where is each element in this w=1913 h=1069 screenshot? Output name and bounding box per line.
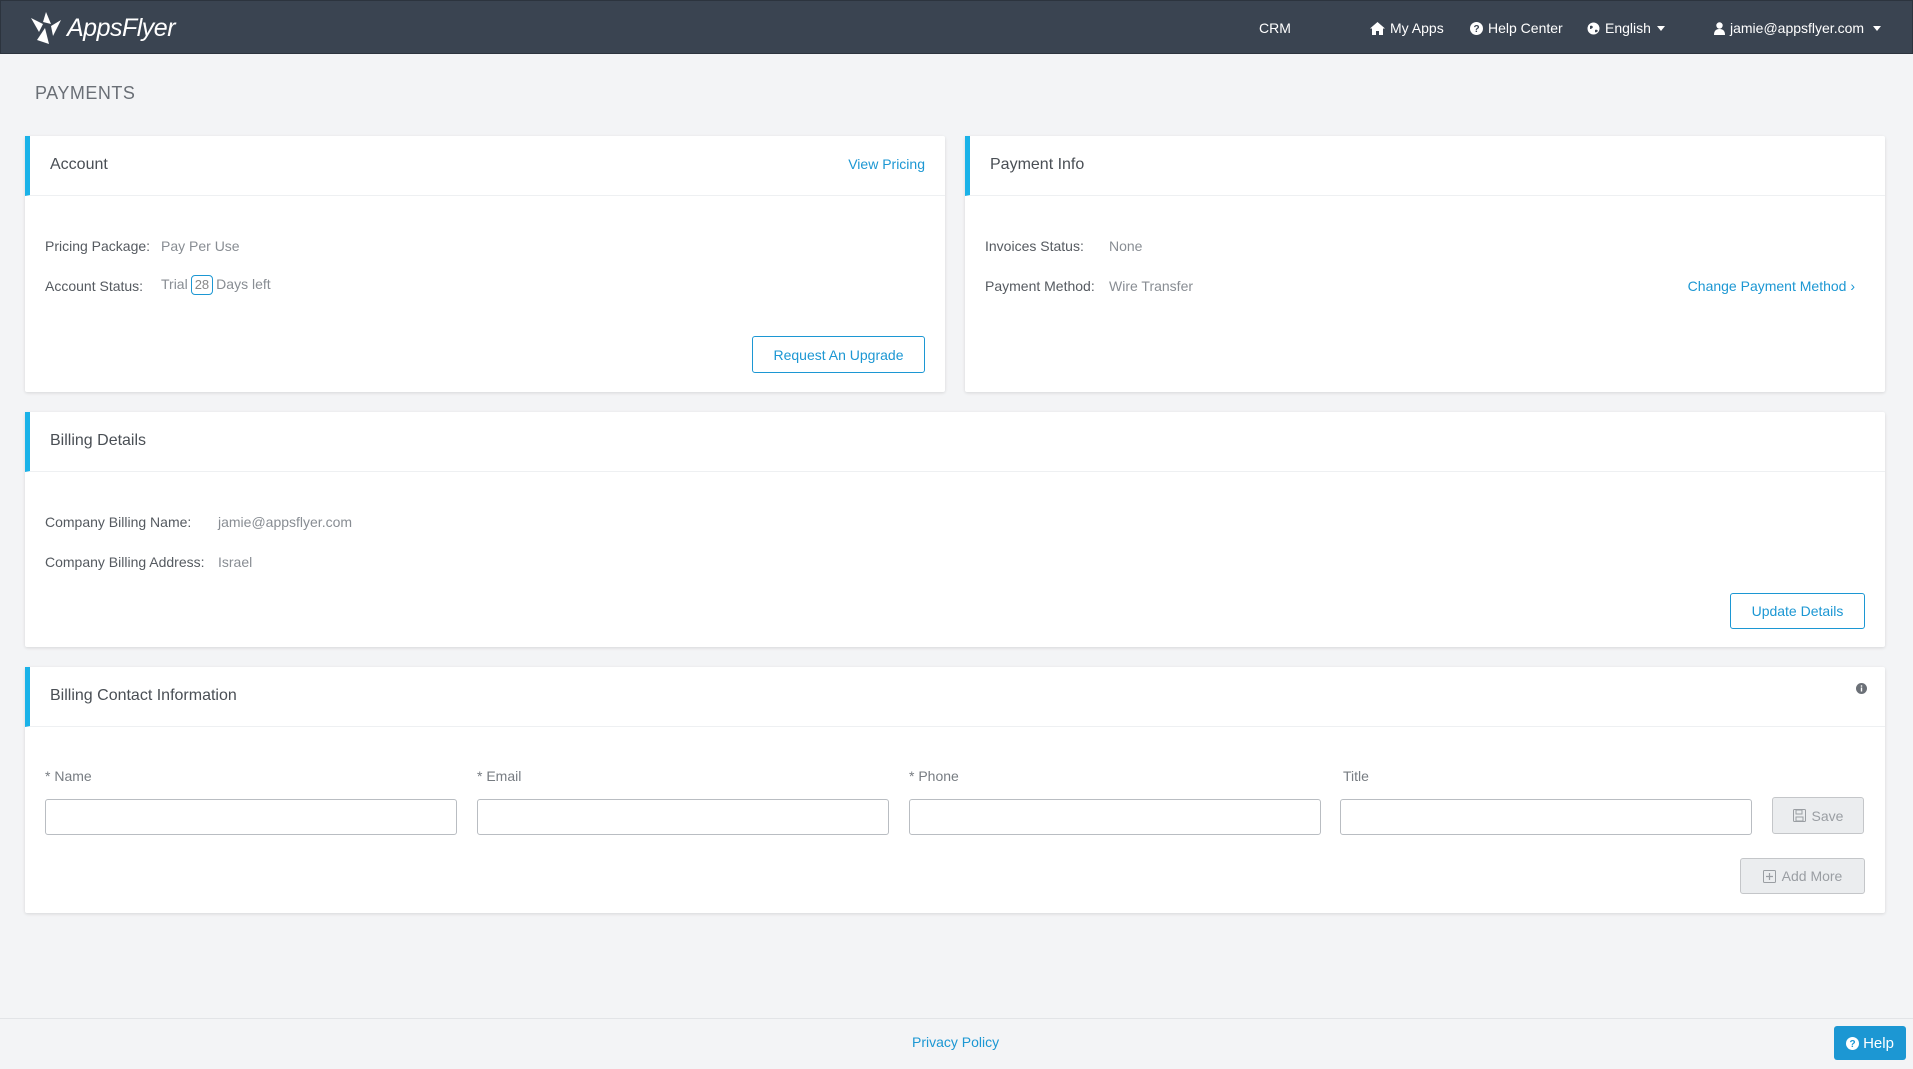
logo-text: AppsFlyer [67,13,176,42]
question-circle-icon: ? [1470,21,1483,35]
appsflyer-logo-icon [31,12,61,44]
account-card: Account View Pricing Pricing Package: Pa… [25,136,945,392]
company-billing-address-label: Company Billing Address: [45,554,205,570]
account-status-label: Account Status: [45,278,144,294]
name-field-label: * Name [45,768,92,784]
svg-text:?: ? [1850,1039,1856,1050]
top-navbar: AppsFlyer CRM My Apps ? Help Center Engl… [0,0,1913,54]
add-more-button[interactable]: Add More [1740,858,1865,894]
phone-input[interactable] [909,799,1321,835]
chevron-down-icon [1873,25,1882,31]
payment-info-card-header: Payment Info [965,136,1885,196]
payment-method-label: Payment Method: [985,278,1095,294]
days-left-badge: 28 [190,275,214,295]
invoices-status-value: None [1109,238,1143,254]
nav-language-dropdown[interactable]: English [1587,18,1665,38]
help-button-label: Help [1863,1034,1894,1052]
globe-icon [1587,22,1600,34]
save-button-label: Save [1811,807,1844,824]
plus-square-icon [1762,869,1776,883]
company-billing-address-value: Israel [218,554,253,570]
svg-text:?: ? [1473,24,1479,35]
nav-crm-label: CRM [1259,20,1291,36]
floppy-disk-icon [1792,809,1806,822]
billing-contact-card-title: Billing Contact Information [50,687,237,704]
title-field-label: Title [1343,768,1369,784]
status-trial: Trial [161,276,188,292]
appsflyer-logo[interactable]: AppsFlyer [29,9,176,47]
info-icon[interactable] [1856,683,1867,694]
home-icon [1370,21,1385,35]
billing-contact-card-header: Billing Contact Information [25,667,1885,727]
nav-user-email: jamie@appsflyer.com [1730,20,1865,36]
chevron-down-icon [1656,25,1665,31]
question-circle-icon: ? [1846,1036,1860,1050]
privacy-policy-link[interactable]: Privacy Policy [912,1034,999,1050]
nav-language-label: English [1605,20,1651,36]
nav-help-center-label: Help Center [1488,20,1563,36]
user-icon [1714,21,1725,35]
company-billing-name-value: jamie@appsflyer.com [218,514,353,530]
days-left-text: Days left [216,276,271,292]
add-more-button-label: Add More [1781,868,1843,884]
email-input[interactable] [477,799,889,835]
pricing-package-value: Pay Per Use [161,238,240,254]
save-button[interactable]: Save [1772,797,1864,834]
company-billing-name-label: Company Billing Name: [45,514,192,530]
nav-crm[interactable]: CRM [1259,18,1291,38]
pricing-package-label: Pricing Package: [45,238,151,254]
billing-details-card: Billing Details Company Billing Name: ja… [25,412,1885,647]
account-status-value: Trial 28 Days left [161,275,271,295]
account-card-header: Account View Pricing [25,136,945,196]
billing-contact-card: Billing Contact Information [25,667,1885,913]
phone-field-label: * Phone [909,768,959,784]
payment-info-card: Payment Info Invoices Status: None Payme… [965,136,1885,392]
title-input[interactable] [1340,799,1752,835]
request-upgrade-button[interactable]: Request An Upgrade [752,336,925,373]
nav-my-apps[interactable]: My Apps [1370,18,1444,38]
email-field-label: * Email [477,768,522,784]
help-button[interactable]: ? Help [1834,1026,1906,1060]
payment-method-value: Wire Transfer [1109,278,1194,294]
billing-details-card-header: Billing Details [25,412,1885,472]
invoices-status-label: Invoices Status: [985,238,1084,254]
nav-user-dropdown[interactable]: jamie@appsflyer.com [1714,18,1882,38]
change-payment-method-link[interactable]: Change Payment Method › [1688,278,1855,294]
account-card-title: Account [50,156,108,173]
billing-details-card-title: Billing Details [50,432,147,449]
nav-help-center[interactable]: ? Help Center [1470,18,1563,38]
payment-info-card-title: Payment Info [990,156,1085,173]
view-pricing-link[interactable]: View Pricing [848,156,925,172]
page-title: PAYMENTS [35,83,136,103]
nav-my-apps-label: My Apps [1390,20,1444,36]
update-details-button[interactable]: Update Details [1730,593,1865,629]
name-input[interactable] [45,799,457,835]
